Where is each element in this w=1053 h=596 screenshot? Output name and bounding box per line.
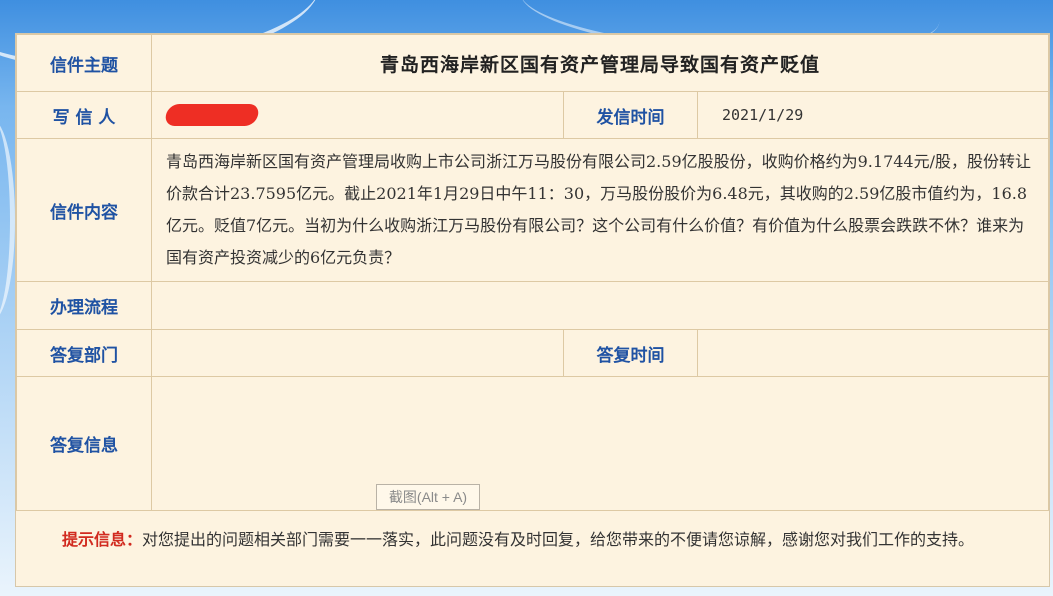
letter-table: 信件主题 青岛西海岸新区国有资产管理局导致国有资产贬值 写 信 人 发信时间 2… — [16, 34, 1049, 511]
process-row: 办理流程 — [16, 281, 1049, 330]
tip-text: 对您提出的问题相关部门需要一一落实，此问题没有及时回复，给您带来的不便请您谅解，… — [142, 530, 975, 549]
reply-time-value — [697, 329, 1049, 377]
reply-dept-label: 答复部门 — [16, 329, 152, 377]
content-row: 信件内容 青岛西海岸新区国有资产管理局收购上市公司浙江万马股份有限公司2.59亿… — [16, 138, 1049, 282]
letter-subject: 青岛西海岸新区国有资产管理局导致国有资产贬值 — [151, 34, 1049, 92]
reply-dept-row: 答复部门 答复时间 — [16, 329, 1049, 377]
process-label: 办理流程 — [16, 281, 152, 330]
subject-row: 信件主题 青岛西海岸新区国有资产管理局导致国有资产贬值 — [16, 34, 1049, 92]
reply-time-label: 答复时间 — [563, 329, 698, 377]
background-swoosh — [0, 120, 15, 320]
send-time-value: 2021/1/29 — [697, 91, 1049, 139]
reply-dept-value — [151, 329, 564, 377]
subject-label: 信件主题 — [16, 34, 152, 92]
send-time-label: 发信时间 — [563, 91, 698, 139]
tip-label: 提示信息： — [62, 530, 143, 549]
writer-label: 写 信 人 — [16, 91, 152, 139]
reply-info-row: 答复信息 — [16, 376, 1049, 511]
redaction-mark — [163, 104, 261, 126]
reply-info-label: 答复信息 — [16, 376, 152, 511]
writer-row: 写 信 人 发信时间 2021/1/29 — [16, 91, 1049, 139]
reply-info-value — [151, 376, 1049, 511]
process-value — [151, 281, 1049, 330]
letter-content: 青岛西海岸新区国有资产管理局收购上市公司浙江万马股份有限公司2.59亿股股份，收… — [151, 138, 1049, 282]
screenshot-button[interactable]: 截图(Alt + A) — [376, 484, 480, 510]
letter-detail-panel: 信件主题 青岛西海岸新区国有资产管理局导致国有资产贬值 写 信 人 发信时间 2… — [15, 33, 1050, 587]
writer-value — [151, 91, 564, 139]
tip-message: 提示信息：对您提出的问题相关部门需要一一落实，此问题没有及时回复，给您带来的不便… — [16, 511, 1049, 556]
content-label: 信件内容 — [16, 138, 152, 282]
